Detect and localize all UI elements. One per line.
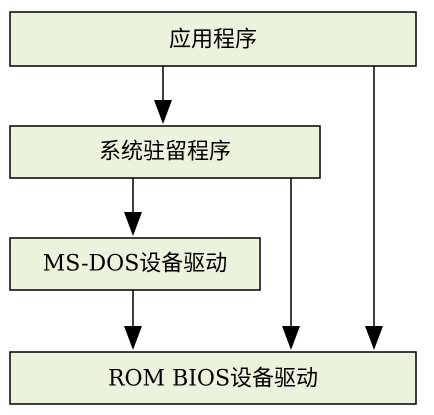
box-tsr: 系统驻留程序 bbox=[9, 125, 321, 179]
box-application: 应用程序 bbox=[9, 11, 417, 67]
box-msdos-driver-label: MS-DOS设备驱动 bbox=[43, 252, 228, 277]
box-tsr-label: 系统驻留程序 bbox=[99, 140, 231, 165]
box-rom-bios-driver: ROM BIOS设备驱动 bbox=[9, 351, 417, 405]
arrow-app-to-rombios bbox=[365, 66, 383, 350]
arrow-app-to-tsr-head bbox=[154, 100, 172, 124]
box-application-label: 应用程序 bbox=[169, 28, 257, 53]
arrow-tsr-to-msdos bbox=[124, 178, 142, 236]
arrow-msdos-to-rombios bbox=[124, 290, 142, 350]
arrow-tsr-to-rombios bbox=[282, 178, 300, 350]
arrow-tsr-to-msdos-head bbox=[124, 212, 142, 236]
arrow-msdos-to-rombios-head bbox=[124, 326, 142, 350]
arrow-app-to-rombios-head bbox=[365, 326, 383, 350]
arrow-app-to-tsr bbox=[154, 66, 172, 124]
box-msdos-driver: MS-DOS设备驱动 bbox=[9, 237, 261, 291]
box-rom-bios-driver-label: ROM BIOS设备驱动 bbox=[108, 367, 318, 392]
layered-architecture-diagram: 应用程序 系统驻留程序 MS-DOS设备驱动 ROM BIOS设备驱动 bbox=[9, 11, 417, 405]
arrow-tsr-to-rombios-head bbox=[282, 326, 300, 350]
